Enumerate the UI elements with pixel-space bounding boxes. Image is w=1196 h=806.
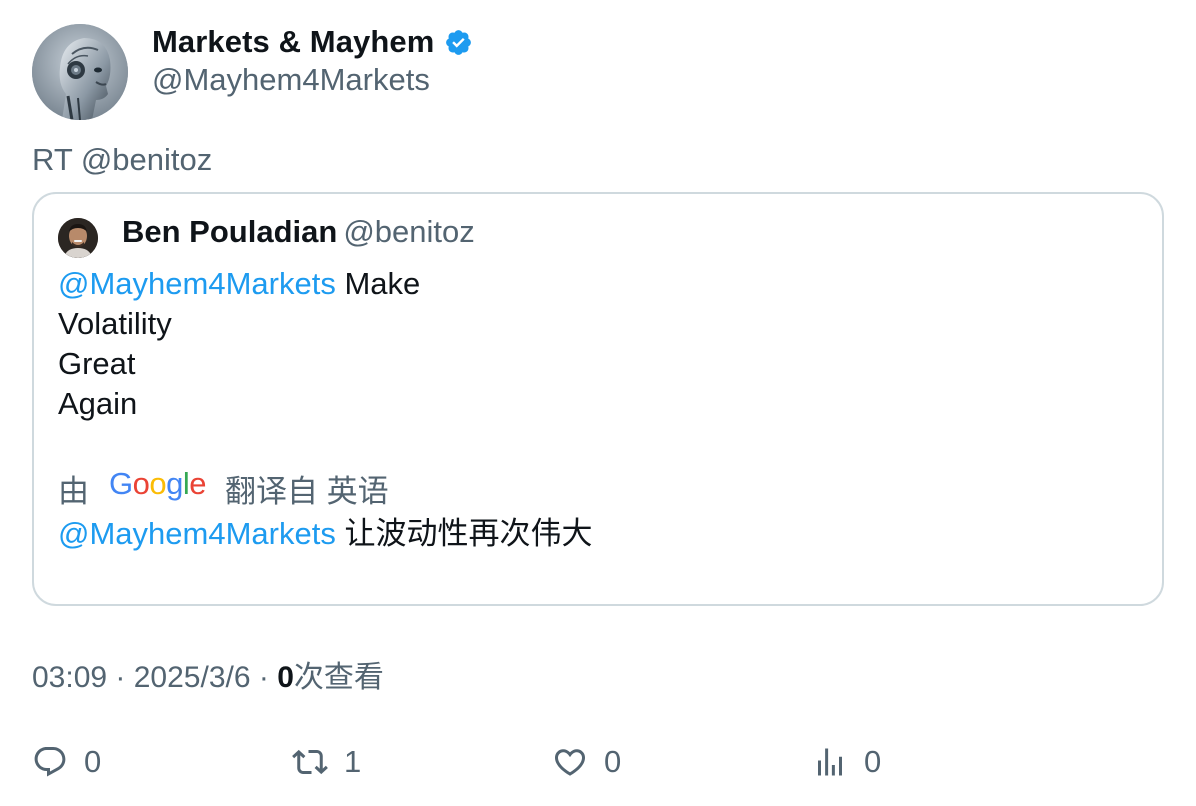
quoted-text-line: Great bbox=[58, 346, 136, 381]
person-avatar-icon bbox=[58, 218, 98, 258]
quoted-text-line: Again bbox=[58, 386, 138, 421]
views-action-count: 0 bbox=[864, 744, 882, 779]
translate-suffix: 翻译自 英语 bbox=[225, 473, 389, 509]
tweet-time[interactable]: 03:09 bbox=[32, 661, 107, 694]
tweet-actions: 0 1 0 0 bbox=[32, 738, 1164, 786]
analytics-bars-icon bbox=[818, 748, 842, 776]
tweet-meta: 03:09 · 2025/3/6 · 0次查看 bbox=[32, 652, 384, 696]
translated-mention-link[interactable]: @Mayhem4Markets bbox=[58, 516, 336, 551]
translated-text: @Mayhem4Markets 让波动性再次伟大 bbox=[58, 514, 592, 554]
mention-link[interactable]: @Mayhem4Markets bbox=[58, 266, 336, 301]
translate-prefix: 由 bbox=[58, 473, 89, 509]
quoted-tweet-body: @Mayhem4Markets Make Volatility Great Ag… bbox=[58, 264, 420, 424]
author-display-name[interactable]: Markets & Mayhem bbox=[152, 24, 434, 60]
like-count: 0 bbox=[604, 744, 622, 779]
like-button[interactable]: 0 bbox=[552, 738, 621, 786]
quoted-author-avatar[interactable] bbox=[58, 218, 98, 258]
tweet-text: RT @benitoz bbox=[32, 142, 213, 177]
author-name-row: Markets & Mayhem bbox=[152, 22, 473, 62]
quoted-text-line: Volatility bbox=[58, 306, 172, 341]
robot-avatar-icon bbox=[32, 24, 128, 120]
retweet-count: 1 bbox=[344, 744, 362, 779]
reply-count: 0 bbox=[84, 744, 102, 779]
translation-attribution: 由 Google 翻译自 英语 bbox=[58, 466, 389, 510]
google-logo-icon[interactable]: Google bbox=[109, 466, 207, 509]
views-count: 0 bbox=[277, 661, 294, 694]
quoted-author-name[interactable]: Ben Pouladian bbox=[122, 214, 337, 249]
translated-body: 让波动性再次伟大 bbox=[344, 516, 593, 551]
views-label: 次查看 bbox=[293, 661, 384, 694]
author-avatar[interactable] bbox=[32, 24, 128, 120]
quoted-tweet-card[interactable]: Ben Pouladian @benitoz @Mayhem4Markets Ma… bbox=[32, 192, 1164, 606]
verified-badge-icon[interactable] bbox=[444, 28, 473, 57]
reply-icon bbox=[34, 747, 66, 777]
quoted-author-line: Ben Pouladian @benitoz bbox=[122, 214, 475, 250]
reply-button[interactable]: 0 bbox=[32, 738, 101, 786]
tweet-date[interactable]: 2025/3/6 bbox=[134, 661, 251, 694]
quoted-author-handle[interactable]: @benitoz bbox=[343, 214, 474, 249]
views-button[interactable]: 0 bbox=[812, 738, 881, 786]
retweet-button[interactable]: 1 bbox=[292, 738, 361, 786]
meta-separator: · bbox=[250, 661, 278, 694]
heart-icon bbox=[554, 749, 586, 776]
svg-text:Google: Google bbox=[109, 467, 206, 501]
quoted-line-1: @Mayhem4Markets Make bbox=[58, 264, 420, 304]
meta-separator: · bbox=[107, 661, 134, 694]
author-handle[interactable]: @Mayhem4Markets bbox=[152, 62, 430, 98]
retweet-icon bbox=[292, 749, 328, 775]
quoted-text-line: Make bbox=[344, 266, 421, 301]
